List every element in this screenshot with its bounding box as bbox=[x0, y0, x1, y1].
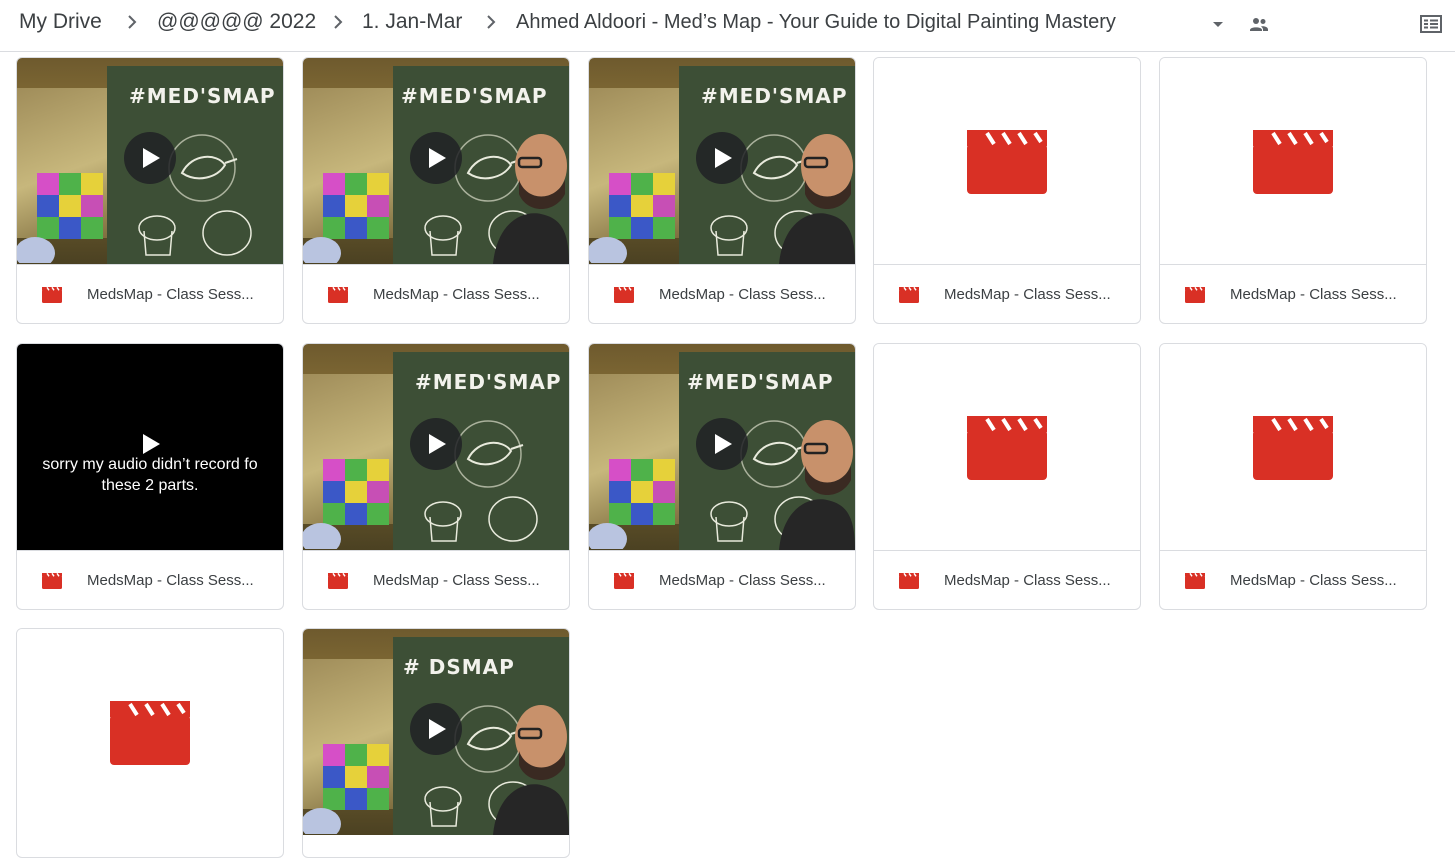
file-thumbnail: #MED'SMAP bbox=[303, 344, 569, 550]
video-icon bbox=[110, 701, 190, 765]
file-name: MedsMap - Class Sess... bbox=[659, 572, 826, 589]
file-card[interactable]: #MED'SMAP MedsMap - Class Sess... bbox=[302, 57, 570, 324]
chevron-right-icon bbox=[328, 12, 348, 32]
chalkboard-title: #MED'SMAP bbox=[687, 370, 834, 394]
video-icon bbox=[898, 286, 920, 304]
file-name: MedsMap - Class Sess... bbox=[373, 286, 540, 303]
file-card[interactable]: MedsMap - Class Sess... bbox=[873, 343, 1141, 610]
breadcrumb-current-folder[interactable]: Ahmed Aldoori - Med’s Map - Your Guide t… bbox=[516, 10, 1116, 34]
video-icon bbox=[1184, 286, 1206, 304]
file-thumbnail: # DSMAP bbox=[303, 629, 569, 835]
list-view-icon[interactable] bbox=[1419, 12, 1443, 36]
file-thumbnail: #MED'SMAP bbox=[589, 344, 855, 550]
video-icon bbox=[41, 286, 63, 304]
file-thumbnail: #MED'SMAP bbox=[303, 58, 569, 264]
file-card-footer: MedsMap - Class Sess... bbox=[589, 550, 855, 609]
video-icon bbox=[1253, 130, 1333, 194]
video-icon bbox=[41, 572, 63, 590]
file-name: MedsMap - Class Sess... bbox=[1230, 286, 1397, 303]
file-name: MedsMap - Class Sess... bbox=[373, 572, 540, 589]
breadcrumb-year-folder[interactable]: @@@@@ 2022 bbox=[157, 10, 316, 34]
video-icon bbox=[1253, 416, 1333, 480]
play-button[interactable] bbox=[124, 132, 176, 184]
file-card[interactable]: MedsMap - Class Sess... bbox=[873, 57, 1141, 324]
rubiks-cube-illustration bbox=[589, 173, 675, 263]
video-icon bbox=[967, 416, 1047, 480]
breadcrumb-quarter-folder[interactable]: 1. Jan-Mar bbox=[362, 10, 462, 34]
file-card-footer: MedsMap - Class Sess... bbox=[589, 264, 855, 323]
presenter-figure bbox=[493, 705, 569, 835]
file-card-footer: MedsMap - Class Sess... bbox=[1160, 264, 1426, 323]
chalkboard-title: #MED'SMAP bbox=[129, 84, 276, 108]
file-thumbnail bbox=[874, 344, 1140, 550]
file-card-footer: MedsMap - Class Sess... bbox=[303, 550, 569, 609]
play-button[interactable] bbox=[696, 418, 748, 470]
top-bar: My Drive @@@@@ 2022 1. Jan-Mar Ahmed Ald… bbox=[0, 0, 1455, 52]
video-icon bbox=[1184, 572, 1206, 590]
video-icon bbox=[613, 286, 635, 304]
play-button[interactable] bbox=[124, 418, 176, 470]
presenter-figure bbox=[779, 420, 855, 550]
rubiks-cube-illustration bbox=[303, 459, 389, 549]
file-thumbnail bbox=[874, 58, 1140, 264]
file-card[interactable] bbox=[16, 628, 284, 858]
play-button[interactable] bbox=[696, 132, 748, 184]
play-button[interactable] bbox=[410, 703, 462, 755]
video-icon bbox=[898, 572, 920, 590]
video-icon bbox=[327, 572, 349, 590]
file-card-footer: MedsMap - Class Sess... bbox=[1160, 550, 1426, 609]
play-button[interactable] bbox=[410, 132, 462, 184]
video-icon bbox=[327, 286, 349, 304]
file-name: MedsMap - Class Sess... bbox=[87, 572, 254, 589]
file-thumbnail bbox=[1160, 58, 1426, 264]
file-card[interactable]: # DSMAP bbox=[302, 628, 570, 858]
file-name: MedsMap - Class Sess... bbox=[87, 286, 254, 303]
file-thumbnail bbox=[17, 629, 283, 835]
file-thumbnail: sorry my audio didn’t record fo these 2 … bbox=[17, 344, 283, 550]
file-card[interactable]: sorry my audio didn’t record fo these 2 … bbox=[16, 343, 284, 610]
chalkboard-title: #MED'SMAP bbox=[401, 84, 548, 108]
chalkboard-title: # DSMAP bbox=[403, 655, 515, 679]
rubiks-cube-illustration bbox=[303, 744, 389, 834]
file-card-footer: MedsMap - Class Sess... bbox=[17, 550, 283, 609]
video-icon bbox=[613, 572, 635, 590]
file-card-footer: MedsMap - Class Sess... bbox=[17, 264, 283, 323]
file-card[interactable]: MedsMap - Class Sess... bbox=[1159, 57, 1427, 324]
breadcrumb-my-drive[interactable]: My Drive bbox=[19, 10, 102, 34]
rubiks-cube-illustration bbox=[589, 459, 675, 549]
chalk-shapes-sketch bbox=[424, 496, 538, 542]
file-card[interactable]: #MED'SMAP MedsMap - Class Sess... bbox=[16, 57, 284, 324]
video-icon bbox=[967, 130, 1047, 194]
file-name: MedsMap - Class Sess... bbox=[659, 286, 826, 303]
chalk-shapes-sketch bbox=[138, 210, 252, 256]
file-card[interactable]: #MED'SMAP MedsMap - Class Sess... bbox=[302, 343, 570, 610]
rubiks-cube-illustration bbox=[303, 173, 389, 263]
file-card-footer: MedsMap - Class Sess... bbox=[303, 264, 569, 323]
file-thumbnail: #MED'SMAP bbox=[589, 58, 855, 264]
caret-down-icon[interactable] bbox=[1206, 12, 1230, 36]
chevron-right-icon bbox=[481, 12, 501, 32]
chalkboard-title: #MED'SMAP bbox=[701, 84, 848, 108]
file-card[interactable]: #MED'SMAP MedsMap - Class Sess... bbox=[588, 343, 856, 610]
file-card[interactable]: #MED'SMAP MedsMap - Class Sess... bbox=[588, 57, 856, 324]
presenter-figure bbox=[493, 134, 569, 264]
presenter-figure bbox=[779, 134, 855, 264]
people-icon[interactable] bbox=[1247, 12, 1271, 36]
chevron-right-icon bbox=[122, 12, 142, 32]
file-card[interactable]: MedsMap - Class Sess... bbox=[1159, 343, 1427, 610]
rubiks-cube-illustration bbox=[17, 173, 103, 263]
file-name: MedsMap - Class Sess... bbox=[944, 286, 1111, 303]
file-thumbnail: #MED'SMAP bbox=[17, 58, 283, 264]
file-name: MedsMap - Class Sess... bbox=[1230, 572, 1397, 589]
file-card-footer: MedsMap - Class Sess... bbox=[874, 264, 1140, 323]
file-card-footer: MedsMap - Class Sess... bbox=[874, 550, 1140, 609]
file-name: MedsMap - Class Sess... bbox=[944, 572, 1111, 589]
file-thumbnail bbox=[1160, 344, 1426, 550]
chalkboard-title: #MED'SMAP bbox=[415, 370, 562, 394]
file-grid: #MED'SMAP MedsMap - Class Sess... #MED'S… bbox=[0, 52, 1455, 858]
play-button[interactable] bbox=[410, 418, 462, 470]
